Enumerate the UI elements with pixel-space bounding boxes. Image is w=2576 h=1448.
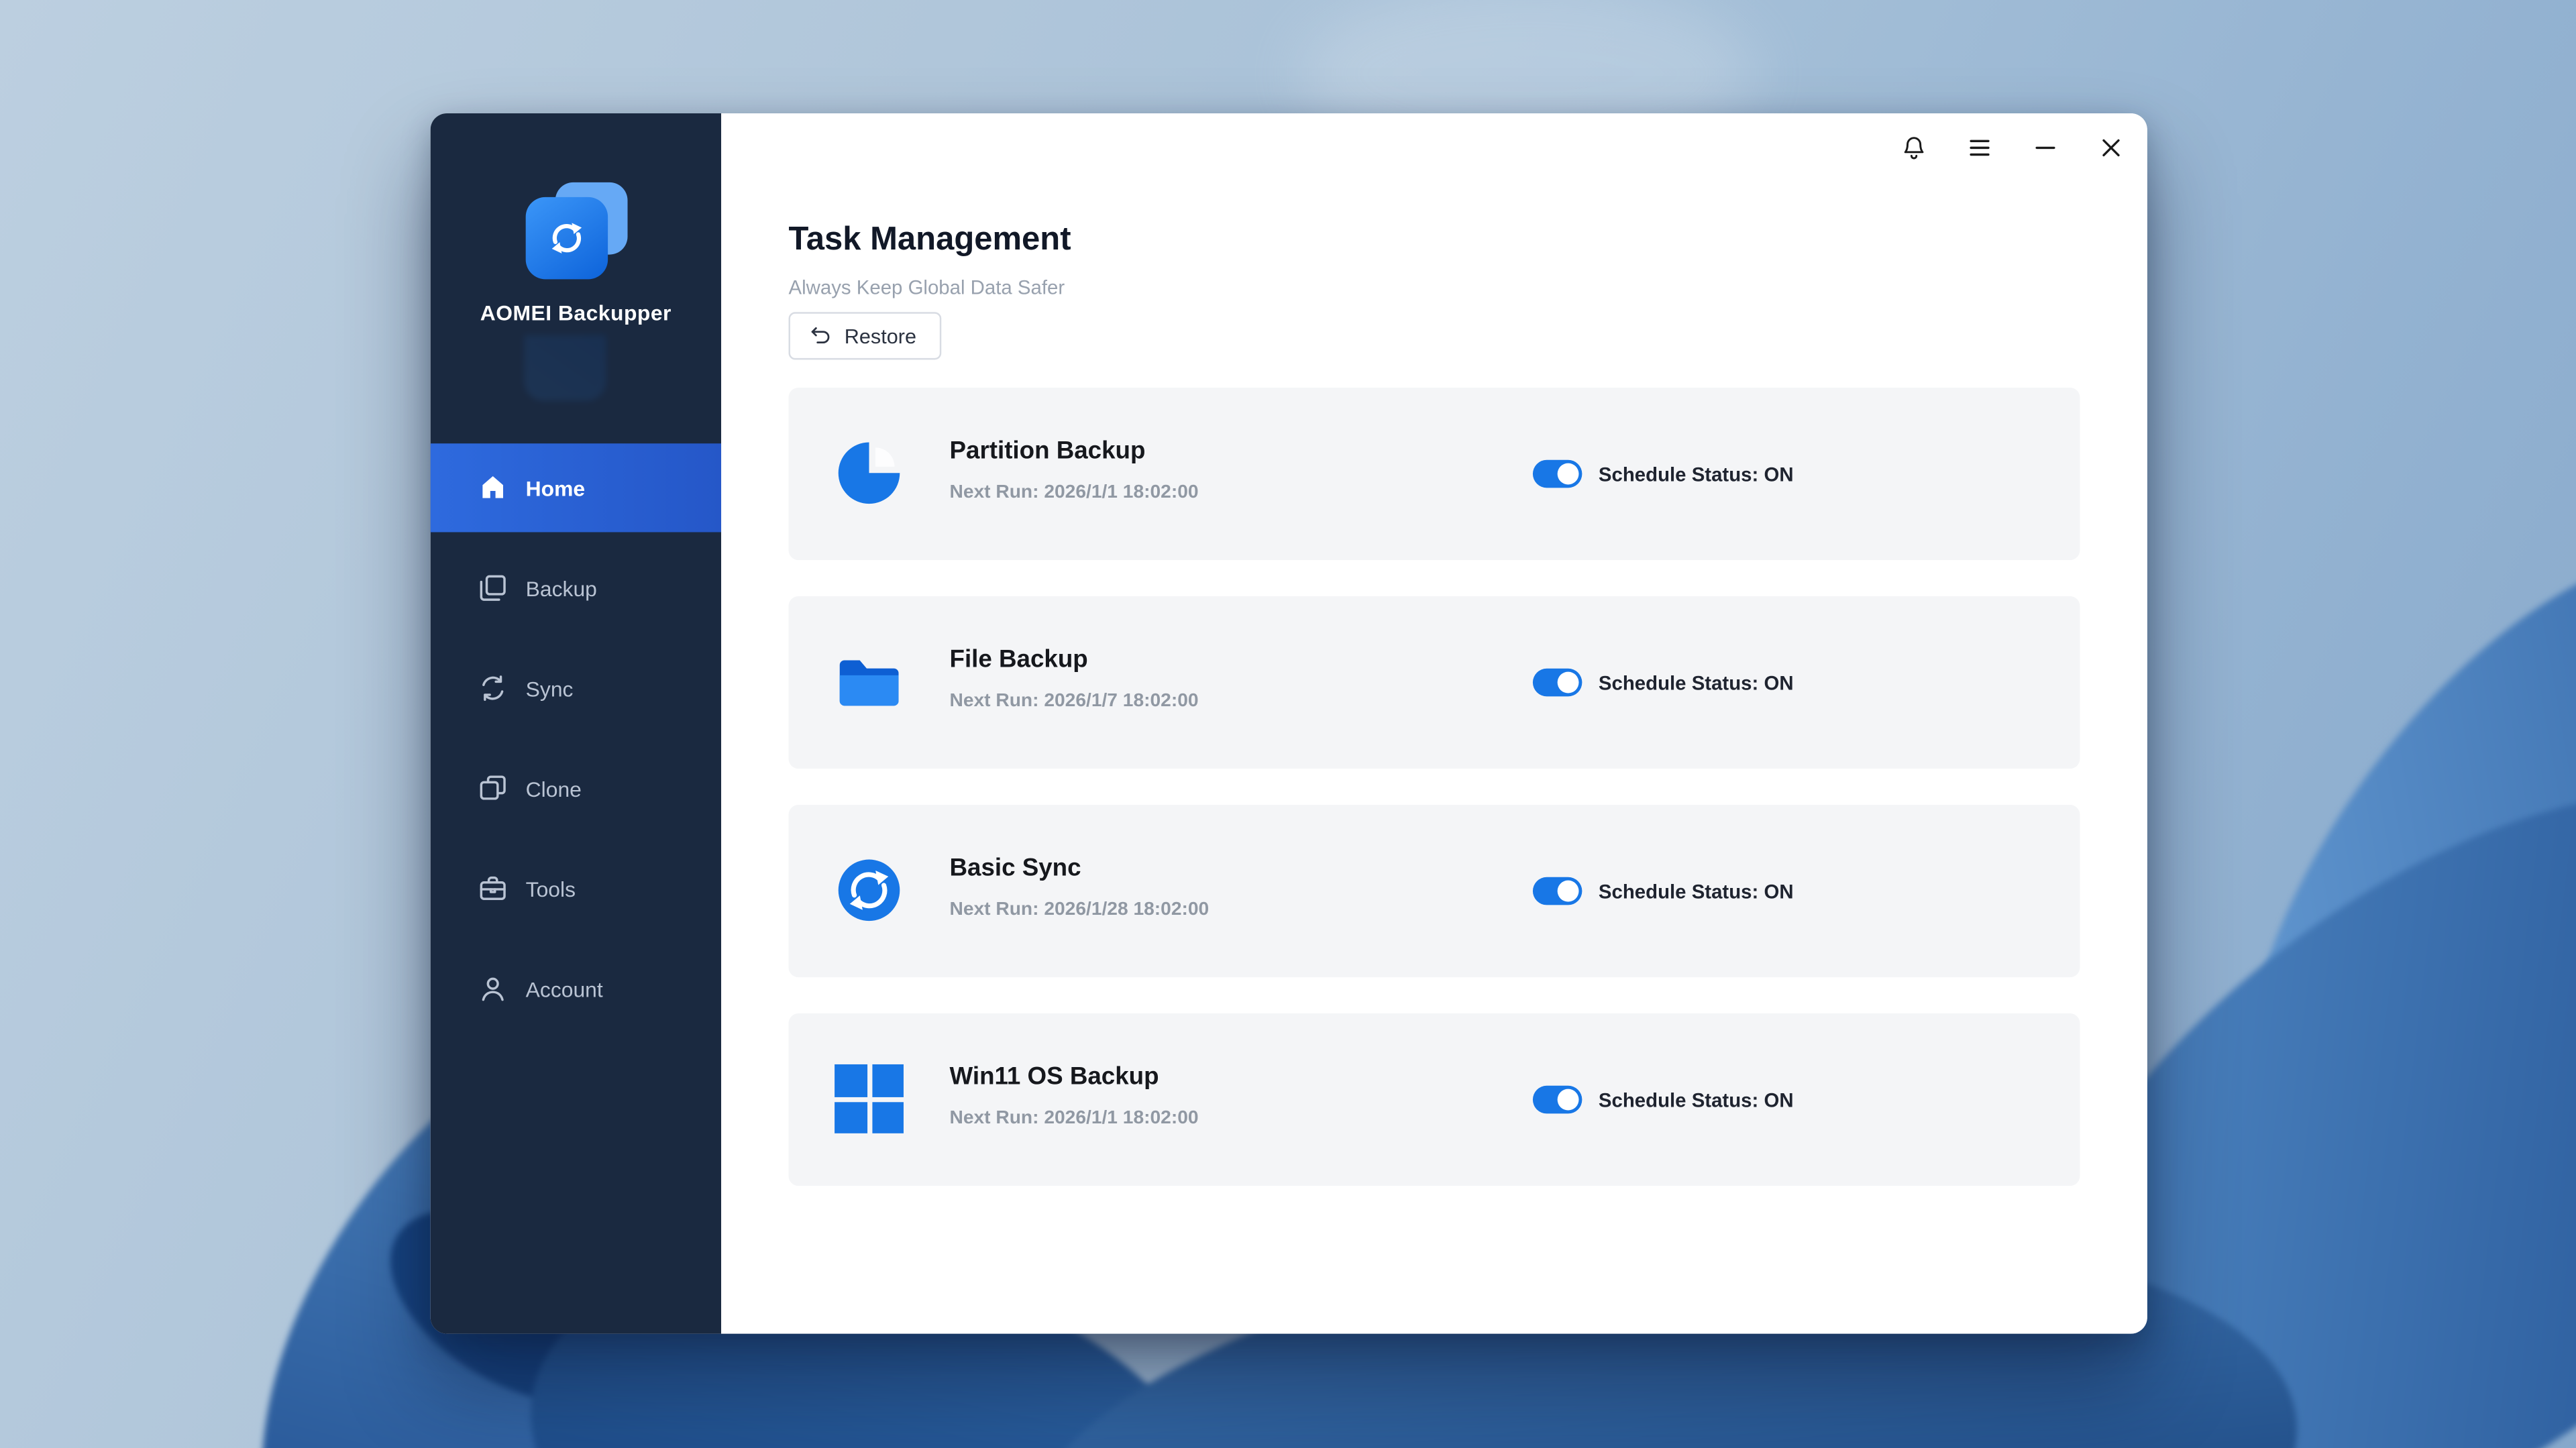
tools-icon xyxy=(473,869,513,909)
restore-button-label: Restore xyxy=(845,325,916,347)
sidebar-item-label: Clone xyxy=(526,776,582,801)
minimize-icon xyxy=(2031,133,2060,162)
logo-reflection xyxy=(524,335,626,401)
task-next-run: Next Run: 2026/1/1 18:02:00 xyxy=(950,482,1199,506)
clone-icon xyxy=(473,769,513,808)
app-logo-icon xyxy=(525,182,627,284)
app-window: AOMEI Backupper Home xyxy=(431,113,2147,1334)
schedule-toggle[interactable] xyxy=(1533,1086,1582,1114)
toggle-knob xyxy=(1558,1089,1579,1111)
toggle-knob xyxy=(1558,672,1579,693)
task-next-run: Next Run: 2026/1/1 18:02:00 xyxy=(950,1107,1199,1132)
notifications-button[interactable] xyxy=(1891,125,1937,171)
desktop: AOMEI Backupper Home xyxy=(0,0,2576,1448)
sidebar-item-clone[interactable]: Clone xyxy=(431,744,721,832)
bell-icon xyxy=(1899,133,1929,162)
schedule-status-label: Schedule Status: ON xyxy=(1599,671,1794,693)
sidebar-item-home[interactable]: Home xyxy=(431,443,721,532)
schedule-status-label: Schedule Status: ON xyxy=(1599,462,1794,485)
close-button[interactable] xyxy=(2088,125,2135,171)
minimize-button[interactable] xyxy=(2023,125,2069,171)
task-schedule: Schedule Status: ON xyxy=(1533,388,1794,560)
task-list: Partition Backup Next Run: 2026/1/1 18:0… xyxy=(789,388,2080,1186)
task-name: Win11 OS Backup xyxy=(950,1061,1159,1094)
sidebar-item-label: Backup xyxy=(526,575,597,600)
undo-icon xyxy=(808,323,833,348)
sidebar-item-label: Sync xyxy=(526,676,574,701)
window-controls xyxy=(1891,125,2134,171)
toggle-knob xyxy=(1558,463,1579,485)
restore-button[interactable]: Restore xyxy=(789,312,941,359)
task-card-partition-backup[interactable]: Partition Backup Next Run: 2026/1/1 18:0… xyxy=(789,388,2080,560)
sidebar-item-sync[interactable]: Sync xyxy=(431,644,721,732)
sidebar-item-backup[interactable]: Backup xyxy=(431,544,721,632)
page-title: Task Management xyxy=(789,219,1071,262)
task-card-file-backup[interactable]: File Backup Next Run: 2026/1/7 18:02:00 … xyxy=(789,596,2080,769)
task-name: Basic Sync xyxy=(950,852,1081,885)
home-icon xyxy=(473,468,513,508)
task-name: File Backup xyxy=(950,644,1088,677)
close-icon xyxy=(2096,133,2126,162)
task-schedule: Schedule Status: ON xyxy=(1533,1013,1794,1186)
folder-icon xyxy=(833,645,906,718)
page-subtitle: Always Keep Global Data Safer xyxy=(789,276,1065,300)
backup-icon xyxy=(473,568,513,608)
task-schedule: Schedule Status: ON xyxy=(1533,596,1794,769)
sidebar-item-label: Account xyxy=(526,977,603,1001)
main-content: Task Management Always Keep Global Data … xyxy=(721,113,2147,1334)
sidebar-item-tools[interactable]: Tools xyxy=(431,844,721,933)
toggle-knob xyxy=(1558,881,1579,902)
sync-logo-icon xyxy=(525,197,606,279)
task-next-run: Next Run: 2026/1/7 18:02:00 xyxy=(950,690,1199,715)
sidebar-item-label: Home xyxy=(526,476,585,500)
task-name: Partition Backup xyxy=(950,435,1146,468)
app-brand: AOMEI Backupper xyxy=(431,113,721,325)
menu-button[interactable] xyxy=(1957,125,2003,171)
task-schedule: Schedule Status: ON xyxy=(1533,805,1794,977)
schedule-toggle[interactable] xyxy=(1533,669,1582,697)
sync-icon xyxy=(473,669,513,708)
sync-circle-icon xyxy=(833,854,906,926)
menu-icon xyxy=(1965,133,1994,162)
sidebar-nav: Home Backup xyxy=(431,443,721,1044)
account-icon xyxy=(473,969,513,1009)
sidebar-item-account[interactable]: Account xyxy=(431,944,721,1033)
schedule-status-label: Schedule Status: ON xyxy=(1599,1088,1794,1111)
windows-icon xyxy=(833,1063,906,1135)
sidebar-item-label: Tools xyxy=(526,877,576,901)
schedule-toggle[interactable] xyxy=(1533,460,1582,488)
task-next-run: Next Run: 2026/1/28 18:02:00 xyxy=(950,899,1210,924)
task-card-basic-sync[interactable]: Basic Sync Next Run: 2026/1/28 18:02:00 … xyxy=(789,805,2080,977)
schedule-toggle[interactable] xyxy=(1533,877,1582,905)
app-name: AOMEI Backupper xyxy=(431,300,721,325)
pie-chart-icon xyxy=(833,437,906,509)
sidebar: AOMEI Backupper Home xyxy=(431,113,721,1334)
task-card-win11-os-backup[interactable]: Win11 OS Backup Next Run: 2026/1/1 18:02… xyxy=(789,1013,2080,1186)
schedule-status-label: Schedule Status: ON xyxy=(1599,879,1794,902)
